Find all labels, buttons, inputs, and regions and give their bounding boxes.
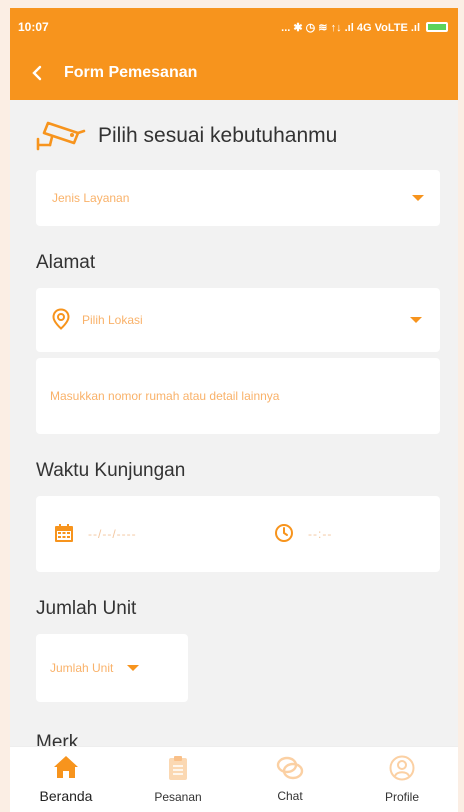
battery-icon [426, 22, 448, 32]
calendar-icon [54, 523, 74, 546]
unit-count-label: Jumlah Unit [36, 598, 137, 619]
nav-label-profile: Profile [384, 790, 419, 804]
time-placeholder: --:-- [308, 527, 333, 541]
nav-item-beranda[interactable]: Beranda [16, 755, 116, 804]
clipboard-icon [167, 755, 189, 784]
dropdown-caret-icon [412, 195, 424, 201]
status-bar: 10:07 ... ✱ ◷ ≋ ↑↓ .ıl 4G VoLTE .ıl [10, 8, 458, 46]
location-pin-icon [52, 307, 70, 333]
address-detail-input[interactable]: Masukkan nomor rumah atau detail lainnya [36, 358, 440, 434]
bottom-navigation: Beranda Pesanan Chat Profile [10, 746, 458, 812]
nav-label-pesanan: Pesanan [154, 790, 202, 804]
location-placeholder: Pilih Lokasi [82, 313, 143, 327]
visit-time-input[interactable]: --:-- [274, 523, 332, 546]
service-heading-row: Pilih sesuai kebutuhanmu [34, 108, 440, 164]
nav-label-beranda: Beranda [39, 788, 93, 804]
chevron-left-icon[interactable] [32, 65, 42, 81]
unit-count-placeholder: Jumlah Unit [50, 661, 114, 675]
clock-icon [274, 523, 294, 546]
cctv-camera-icon [34, 117, 86, 156]
service-type-placeholder: Jenis Layanan [52, 191, 130, 205]
service-heading: Pilih sesuai kebutuhanmu [98, 124, 338, 147]
nav-label-chat: Chat [277, 789, 303, 803]
service-type-select[interactable]: Jenis Layanan [36, 170, 440, 226]
home-icon [53, 755, 79, 782]
visit-date-input[interactable]: --/--/---- [54, 523, 274, 546]
nav-item-profile[interactable]: Profile [352, 755, 452, 804]
form-content: Pilih sesuai kebutuhanmu Jenis Layanan A… [10, 108, 458, 754]
nav-item-chat[interactable]: Chat [240, 756, 340, 803]
address-detail-placeholder: Masukkan nomor rumah atau detail lainnya [50, 389, 280, 403]
status-time: 10:07 [18, 20, 49, 34]
unit-count-select[interactable]: Jumlah Unit [36, 634, 188, 702]
status-icons: ... ✱ ◷ ≋ ↑↓ .ıl 4G VoLTE .ıl [281, 21, 420, 34]
nav-item-pesanan[interactable]: Pesanan [128, 755, 228, 804]
dropdown-caret-icon [127, 665, 140, 671]
date-placeholder: --/--/---- [88, 527, 137, 541]
location-select-left: Pilih Lokasi [52, 307, 143, 333]
location-select[interactable]: Pilih Lokasi [36, 288, 440, 352]
visit-datetime-row: --/--/---- --:-- [36, 496, 440, 572]
dropdown-caret-icon [410, 317, 422, 323]
status-indicators: ... ✱ ◷ ≋ ↑↓ .ıl 4G VoLTE .ıl [281, 21, 448, 34]
address-label: Alamat [36, 252, 96, 273]
visit-time-label: Waktu Kunjungan [36, 460, 186, 481]
page-title: Form Pemesanan [64, 64, 198, 81]
app-bar: Form Pemesanan [10, 46, 458, 100]
user-icon [389, 755, 415, 784]
chat-icon [276, 756, 304, 783]
phone-screen: 10:07 ... ✱ ◷ ≋ ↑↓ .ıl 4G VoLTE .ıl Form… [10, 8, 458, 812]
